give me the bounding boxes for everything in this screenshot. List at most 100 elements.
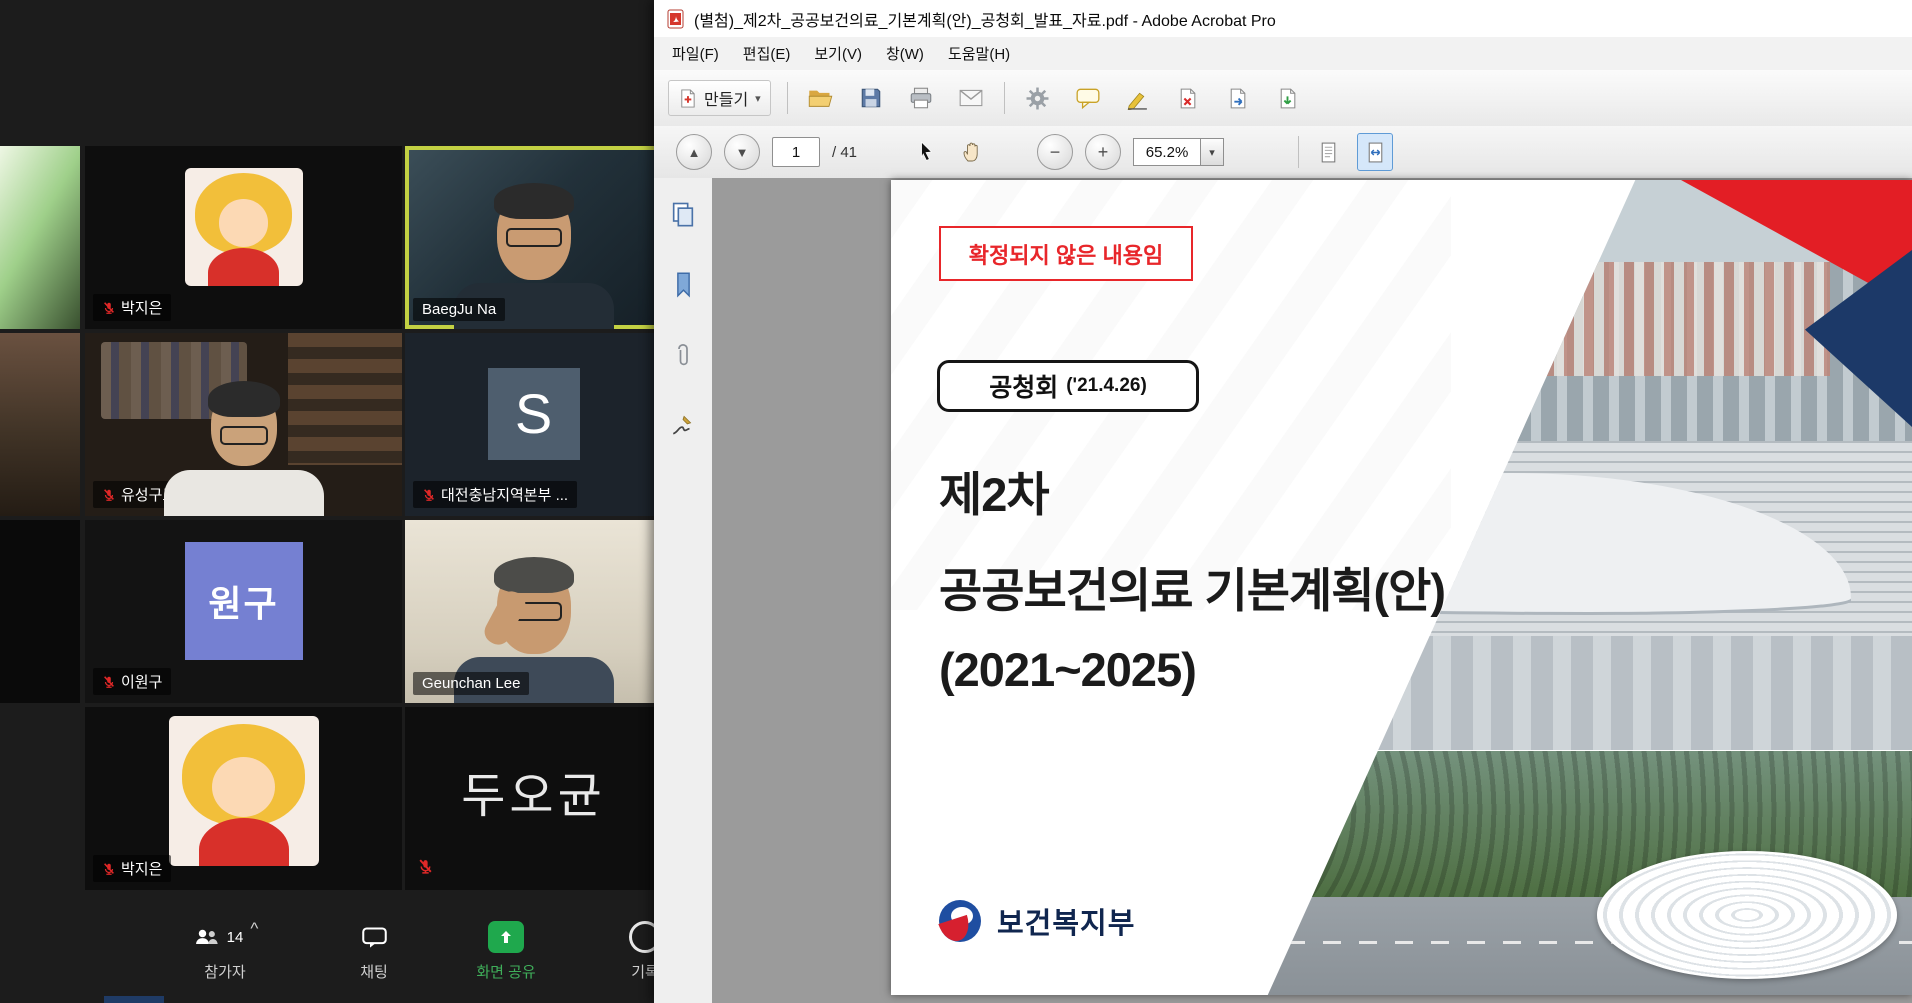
- video-tile[interactable]: 유성구보건소장신...: [85, 333, 402, 516]
- chat-label: 채팅: [324, 961, 424, 982]
- video-tile[interactable]: S 대전충남지역본부 ...: [405, 333, 662, 516]
- create-pdf-icon: [678, 88, 697, 109]
- cursor-icon: [918, 141, 934, 163]
- zoom-out-button[interactable]: −: [1037, 134, 1073, 170]
- gear-icon: [1026, 87, 1049, 110]
- envelope-icon: [958, 88, 984, 108]
- save-other-button[interactable]: [1271, 79, 1305, 117]
- window-title: (별첨)_제2차_공공보건의료_기본계획(안)_공청회_발표_자료.pdf - …: [694, 7, 1276, 31]
- previous-page-button[interactable]: ▲: [676, 134, 712, 170]
- sign-button[interactable]: [1121, 79, 1155, 117]
- select-tool-button[interactable]: [909, 133, 943, 171]
- email-button[interactable]: [954, 79, 988, 117]
- hearing-date: ('21.4.26): [1066, 375, 1147, 397]
- taskbar-fragment: [104, 996, 164, 1003]
- export-pdf-button[interactable]: [1221, 79, 1255, 117]
- participant-name-label: BaegJu Na: [413, 298, 505, 321]
- ministry-logo-lockup: 보건복지부: [939, 900, 1135, 942]
- participant-name-label: Geunchan Lee: [413, 672, 529, 695]
- delete-pages-button[interactable]: [1171, 79, 1205, 117]
- chevron-up-icon[interactable]: ^: [250, 919, 258, 939]
- print-button[interactable]: [904, 79, 938, 117]
- main-toolbar: 만들기 ▾: [654, 70, 1912, 127]
- menu-file[interactable]: 파일(F): [662, 39, 729, 68]
- printer-icon: [908, 86, 934, 110]
- participants-count: 14: [227, 929, 244, 946]
- chat-icon: [361, 926, 388, 949]
- muted-mic-icon: [102, 675, 116, 689]
- signature-icon: [670, 412, 696, 438]
- pdf-page: 확정되지 않은 내용임 공청회 ('21.4.26) 제2차 공공보건의료 기본…: [891, 180, 1912, 995]
- next-page-button[interactable]: ▼: [724, 134, 760, 170]
- signature-pen-icon: [1125, 87, 1150, 110]
- participant-text-avatar: 원구: [185, 542, 303, 660]
- menu-view[interactable]: 보기(V): [804, 39, 872, 68]
- video-tile[interactable]: 원구 이원구: [85, 520, 402, 703]
- fit-width-button[interactable]: [1357, 133, 1393, 171]
- muted-mic-icon: [102, 301, 116, 315]
- share-screen-label: 화면 공유: [446, 961, 566, 982]
- video-tile-partial[interactable]: [0, 146, 80, 329]
- participant-initial-avatar: S: [488, 368, 580, 460]
- comment-icon: [1075, 87, 1101, 109]
- nav-panel: [654, 178, 713, 1003]
- scrolling-mode-button[interactable]: [1311, 134, 1345, 170]
- save-icon: [859, 86, 883, 110]
- open-file-button[interactable]: [804, 79, 838, 117]
- participant-center-name: 두오균: [461, 756, 605, 826]
- menu-edit[interactable]: 편집(E): [733, 39, 801, 68]
- title-bar: (별첨)_제2차_공공보건의료_기본계획(안)_공청회_발표_자료.pdf - …: [654, 0, 1912, 38]
- video-tile[interactable]: 두오균: [405, 707, 662, 890]
- zoom-level-select[interactable]: 65.2% ▾: [1133, 138, 1224, 166]
- page-thumbnails-button[interactable]: [670, 200, 696, 233]
- fit-width-icon: [1366, 141, 1385, 164]
- pdf-title-line1: 제2차: [939, 456, 1049, 525]
- ministry-name: 보건복지부: [997, 900, 1135, 942]
- acrobat-window: (별첨)_제2차_공공보건의료_기본계획(안)_공청회_발표_자료.pdf - …: [654, 0, 1912, 1003]
- save-button[interactable]: [854, 79, 888, 117]
- create-pdf-button[interactable]: 만들기 ▾: [668, 80, 771, 116]
- document-area[interactable]: 확정되지 않은 내용임 공청회 ('21.4.26) 제2차 공공보건의료 기본…: [712, 178, 1912, 1003]
- menu-window[interactable]: 창(W): [876, 39, 934, 68]
- participants-label: 참가자: [150, 961, 300, 982]
- hand-icon: [962, 141, 982, 163]
- toolbar-separator: [787, 82, 788, 114]
- menu-help[interactable]: 도움말(H): [938, 39, 1020, 68]
- paperclip-icon: [675, 341, 691, 369]
- participant-name-label: 이원구: [93, 668, 171, 695]
- video-tile[interactable]: 박지은: [85, 707, 402, 890]
- zoom-in-button[interactable]: +: [1085, 134, 1121, 170]
- pdf-file-icon: [666, 9, 686, 29]
- settings-button[interactable]: [1021, 79, 1055, 117]
- attachments-button[interactable]: [675, 341, 691, 374]
- bookmarks-button[interactable]: [672, 271, 695, 303]
- video-tile-partial[interactable]: [0, 520, 80, 703]
- page-number-input[interactable]: 1: [772, 137, 820, 167]
- muted-mic-icon: [422, 488, 436, 502]
- toolbar-separator: [1004, 82, 1005, 114]
- muted-mic-icon: [102, 488, 116, 502]
- video-tile[interactable]: Geunchan Lee: [405, 520, 662, 703]
- share-screen-icon: [488, 921, 524, 953]
- chat-button[interactable]: 채팅: [324, 915, 424, 982]
- share-screen-button[interactable]: 화면 공유: [446, 915, 566, 982]
- nav-toolbar: ▲ ▼ 1 / 41 − + 65.2% ▾: [654, 126, 1912, 179]
- draft-warning-box: 확정되지 않은 내용임: [939, 226, 1193, 281]
- participant-video: [497, 190, 571, 280]
- video-tile-active-speaker[interactable]: BaegJu Na: [405, 146, 662, 329]
- video-tile[interactable]: 박지은: [85, 146, 402, 329]
- page-delete-icon: [1176, 87, 1199, 110]
- apartment-towers: [1524, 262, 1830, 376]
- dropdown-arrow-icon[interactable]: ▾: [1201, 138, 1224, 166]
- signatures-button[interactable]: [670, 412, 696, 443]
- hand-tool-button[interactable]: [955, 133, 989, 171]
- menu-bar: 파일(F) 편집(E) 보기(V) 창(W) 도움말(H): [654, 37, 1912, 71]
- participants-button[interactable]: 14 ^ 참가자: [150, 915, 300, 982]
- pdf-title-line2: 공공보건의료 기본계획(안): [939, 552, 1445, 621]
- zoom-window: 박지은 BaegJu Na 유성구보건소장신... S 대전충남지역본부 ...: [0, 0, 660, 1003]
- comment-button[interactable]: [1071, 79, 1105, 117]
- participant-name-label: 박지은: [93, 855, 171, 882]
- video-tile-partial[interactable]: [0, 333, 80, 516]
- participant-name-label: 박지은: [93, 294, 171, 321]
- participant-avatar: [185, 168, 303, 286]
